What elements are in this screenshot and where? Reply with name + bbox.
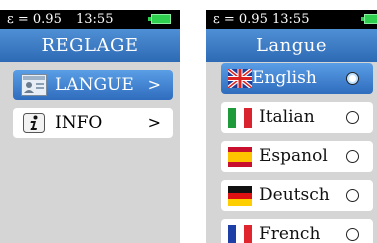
chevron-right-icon: > [147,75,161,94]
language-label: Italian [259,107,315,127]
italy-flag-icon [228,108,252,132]
clock: 13:55 [76,12,114,27]
france-flag-icon [228,225,252,243]
page-title: REGLAGE [0,29,180,62]
status-bar: ε = 0.95 13:55 [206,10,377,29]
emissivity-value: ε = 0.95 [213,12,268,27]
language-option-deutsch[interactable]: Deutsch [221,180,373,211]
menu-item-info[interactable]: INFO > [13,108,173,138]
reglage-screen: ε = 0.95 13:55 REGLAGE LANGUE > INFO > [0,10,180,243]
menu-item-label: LANGUE [55,75,134,95]
status-bar: ε = 0.95 13:55 [0,10,180,29]
info-icon [23,113,45,137]
language-label: Deutsch [259,185,330,205]
language-option-french[interactable]: French [221,219,373,243]
germany-flag-icon [228,186,252,210]
emissivity-value: ε = 0.95 [7,12,62,27]
radio-unselected-icon[interactable] [346,189,359,202]
page-title: Langue [206,29,377,62]
uk-flag-icon [226,67,254,92]
radio-unselected-icon[interactable] [346,150,359,163]
chevron-right-icon: > [147,113,161,132]
person-card-icon [21,74,47,100]
language-label: English [252,68,317,88]
langue-screen: ε = 0.95 13:55 Langue English Italian Es… [206,10,377,243]
radio-unselected-icon[interactable] [346,111,359,124]
radio-selected-icon[interactable] [346,72,359,85]
clock: 13:55 [272,12,310,27]
language-label: French [259,224,321,243]
battery-icon [361,14,377,24]
spain-flag-icon [228,147,252,171]
menu-item-langue[interactable]: LANGUE > [13,70,173,100]
language-label: Espanol [259,146,328,166]
language-option-espanol[interactable]: Espanol [221,141,373,172]
battery-icon [148,14,171,24]
language-option-italian[interactable]: Italian [221,102,373,133]
language-option-english[interactable]: English [221,63,373,94]
menu-item-label: INFO [55,113,103,133]
radio-unselected-icon[interactable] [346,228,359,241]
